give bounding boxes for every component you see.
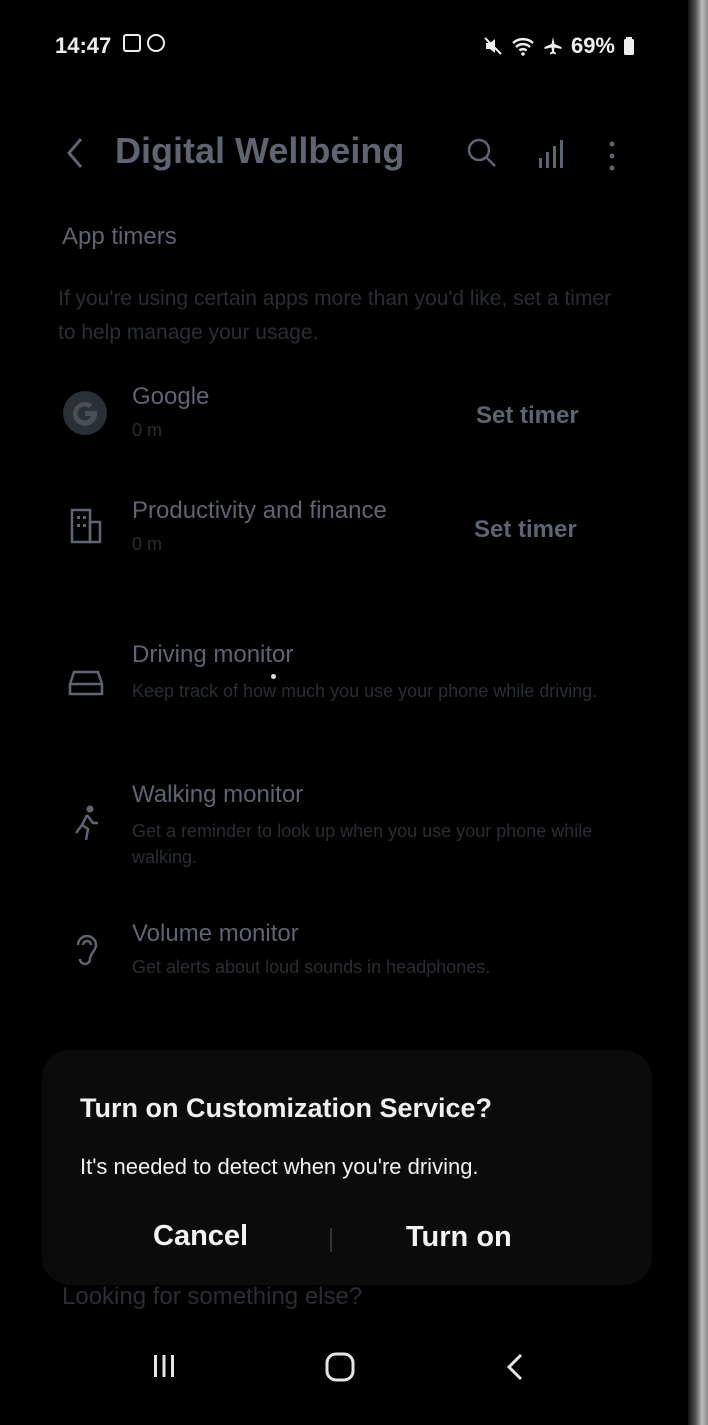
- monitor-row-driving[interactable]: Driving monitor Keep track of how much y…: [60, 636, 620, 736]
- app-usage: 0 m: [132, 420, 163, 440]
- home-button[interactable]: [320, 1348, 360, 1388]
- battery-percent: 69%: [570, 33, 615, 58]
- search-button[interactable]: [462, 132, 502, 176]
- cancel-button[interactable]: Cancel: [153, 1220, 248, 1253]
- notification-icons: [123, 34, 165, 52]
- building-icon: [70, 508, 102, 544]
- app-name: Google: [132, 383, 210, 410]
- walking-icon: [75, 805, 98, 841]
- app-timers-label: App timers: [62, 223, 177, 250]
- monitor-title: Volume monitor: [132, 920, 299, 947]
- phone-frame-edge: [688, 0, 708, 1425]
- mute-icon: [484, 37, 502, 55]
- dialog-body: It's needed to detect when you're drivin…: [80, 1154, 479, 1179]
- dialog-button-divider: [330, 1228, 332, 1252]
- gallery-notification-icon: [123, 34, 141, 52]
- more-options-button[interactable]: [600, 132, 624, 182]
- monitor-description: Get a reminder to look up when you use y…: [132, 821, 593, 867]
- back-button[interactable]: [60, 130, 90, 178]
- stats-button[interactable]: [530, 132, 570, 176]
- phone-frame-gap: [682, 0, 688, 1425]
- google-icon: [63, 391, 107, 435]
- monitor-description: Keep track of how much you use your phon…: [132, 681, 598, 701]
- set-timer-button[interactable]: Set timer: [474, 516, 577, 544]
- monitor-title: Walking monitor: [132, 781, 304, 808]
- app-name: Productivity and finance: [132, 497, 387, 524]
- wifi-icon: [512, 38, 534, 56]
- back-arrow-icon: [506, 1353, 523, 1380]
- ear-icon: [76, 934, 98, 966]
- battery-icon: [624, 37, 634, 55]
- status-time: 14:47: [55, 33, 112, 58]
- monitor-row-volume[interactable]: Volume monitor Get alerts about loud sou…: [60, 915, 620, 995]
- status-right: 69%: [483, 33, 635, 59]
- nav-back-button[interactable]: [498, 1345, 532, 1391]
- more-vertical-icon: [609, 141, 615, 170]
- home-icon: [325, 1352, 355, 1381]
- car-icon: [68, 670, 104, 696]
- recents-icon: [154, 1354, 174, 1377]
- looking-for-something-else: Looking for something else?: [62, 1283, 363, 1310]
- turn-on-button[interactable]: Turn on: [406, 1221, 512, 1254]
- set-timer-button[interactable]: Set timer: [476, 402, 579, 430]
- search-icon: [467, 138, 496, 167]
- bar-chart-icon: [539, 139, 563, 168]
- chevron-left-icon: [67, 137, 83, 168]
- app-timers-description: If you're using certain apps more than y…: [58, 287, 612, 344]
- app-notification-icon: [147, 34, 165, 52]
- dialog-title: Turn on Customization Service?: [80, 1093, 493, 1123]
- page-title: Digital Wellbeing: [115, 130, 405, 171]
- app-timer-row-productivity[interactable]: Productivity and finance 0 m Set timer: [66, 490, 626, 560]
- airplane-icon: [544, 37, 562, 55]
- touch-indicator: [271, 674, 276, 679]
- app-timer-row-google[interactable]: Google 0 m Set timer: [56, 376, 616, 446]
- monitor-title: Driving monitor: [132, 641, 294, 668]
- status-bar: 14:47 69%: [55, 33, 635, 65]
- monitor-description: Get alerts about loud sounds in headphon…: [132, 957, 491, 977]
- app-usage: 0 m: [132, 534, 163, 554]
- monitor-row-walking[interactable]: Walking monitor Get a reminder to look u…: [60, 776, 620, 876]
- recents-button[interactable]: [146, 1345, 182, 1389]
